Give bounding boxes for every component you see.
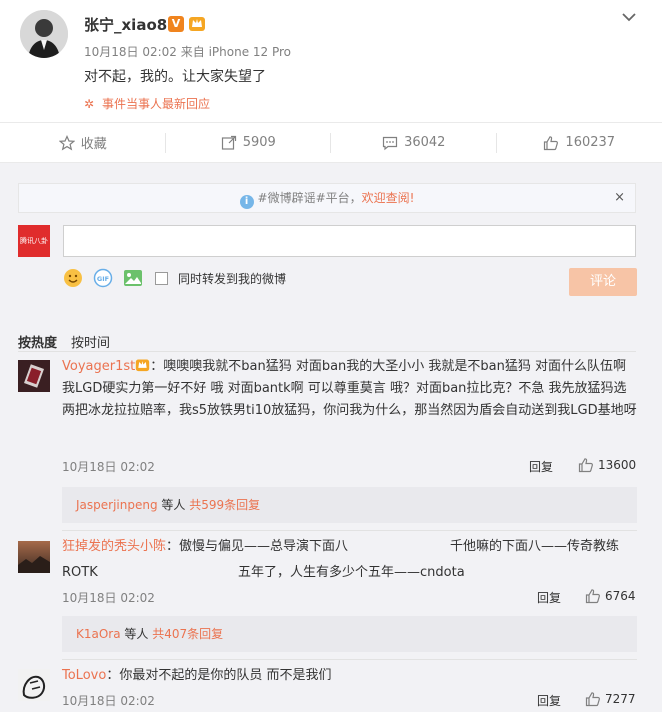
sparkle-icon: ✲ <box>84 97 95 111</box>
commenter-avatar[interactable] <box>18 360 50 392</box>
thumbs-up-icon <box>544 135 559 150</box>
my-avatar: 腾讯八卦 <box>18 225 50 257</box>
verified-badge-icon: V <box>168 16 184 32</box>
commenter-avatar[interactable] <box>18 541 50 573</box>
repost-icon <box>221 135 236 150</box>
comment-body-line2b: 五年了，人生有多少个五年——cndota <box>238 565 465 580</box>
comment-icon <box>382 136 398 150</box>
crown-icon <box>189 17 205 31</box>
close-icon[interactable]: × <box>614 184 625 212</box>
comment-like-button[interactable]: 13600 <box>578 457 636 473</box>
comment-body-line1: ：傲慢与偏见——总导演下面八 <box>166 539 349 554</box>
sub-reply-user[interactable]: Jasperjinpeng <box>76 498 158 512</box>
author-avatar[interactable] <box>20 10 68 58</box>
gif-icon[interactable]: GIF <box>93 268 113 288</box>
thumbs-up-icon <box>578 458 593 473</box>
reply-button[interactable]: 回复 <box>529 458 553 475</box>
event-link[interactable]: ✲ 事件当事人最新回应 <box>84 95 210 112</box>
comment-time: 10月18日 02:02 <box>62 591 155 605</box>
tab-sort-hot[interactable]: 按热度 <box>18 332 57 351</box>
author-name[interactable]: 张宁_xiao8 <box>84 14 167 35</box>
divider <box>62 530 637 531</box>
repost-checkbox[interactable] <box>155 271 168 285</box>
comment-body-line1b: 千他嘛的下面八——传奇教练 <box>450 539 620 554</box>
divider <box>18 351 636 352</box>
commenter-name[interactable]: ToLovo <box>62 668 106 683</box>
comment-like-count: 7277 <box>605 692 636 706</box>
comment-time: 10月18日 02:02 <box>62 460 155 474</box>
tab-sort-time[interactable]: 按时间 <box>71 332 110 351</box>
favorite-label: 收藏 <box>80 137 107 152</box>
submit-comment-button[interactable]: 评论 <box>569 268 637 296</box>
event-link-label: 事件当事人最新回应 <box>102 97 211 111</box>
comment-like-count: 6764 <box>605 589 636 603</box>
comment-like-button[interactable]: 6764 <box>585 588 636 604</box>
comment-button[interactable]: 36042 <box>331 123 497 162</box>
svg-text:GIF: GIF <box>97 275 109 283</box>
post-action-bar: 收藏 5909 36042 160237 <box>0 122 662 163</box>
comment-text: 狂掉发的秃头小陈：傲慢与偏见——总导演下面八 千他嘛的下面八——传奇教练 <box>62 536 637 558</box>
comment-text: Voyager1st ：噢噢噢我就不ban猛犸 对面ban我的大圣小小 我就是不b… <box>62 356 637 422</box>
comment-input[interactable] <box>63 225 636 257</box>
commenter-name[interactable]: Voyager1st <box>62 359 135 374</box>
reply-button[interactable]: 回复 <box>537 692 561 709</box>
sub-replies-link[interactable]: Jasperjinpeng 等人 共599条回复 <box>62 487 637 523</box>
star-icon <box>58 134 75 150</box>
sub-reply-mid: 等人 <box>157 498 190 512</box>
info-icon: i <box>239 195 254 209</box>
post-content: 对不起，我的。让大家失望了 <box>84 69 266 85</box>
emoji-icon[interactable] <box>63 268 83 288</box>
sort-tabs: 按热度 按时间 <box>18 332 110 351</box>
like-button[interactable]: 160237 <box>497 123 662 162</box>
comment-time: 10月18日 02:02 <box>62 694 155 708</box>
repost-button[interactable]: 5909 <box>166 123 332 162</box>
comment-body-line2a: ROTK <box>62 565 98 580</box>
commenter-avatar[interactable] <box>18 669 50 701</box>
sub-reply-count[interactable]: 共407条回复 <box>152 627 223 641</box>
sub-reply-mid: 等人 <box>120 627 153 641</box>
rumor-notice-bar: i #微博辟谣#平台，欢迎查阅! × <box>18 183 636 213</box>
favorite-button[interactable]: 收藏 <box>0 123 166 162</box>
sub-replies-link[interactable]: K1aOra 等人 共407条回复 <box>62 616 637 652</box>
notice-welcome[interactable]: 欢迎查阅! <box>362 191 415 205</box>
image-icon[interactable] <box>123 268 143 288</box>
post-meta: 10月18日 02:02 来自 iPhone 12 Pro <box>84 45 292 59</box>
like-count: 160237 <box>565 135 616 150</box>
thumbs-up-icon <box>585 692 600 707</box>
sub-reply-count[interactable]: 共599条回复 <box>189 498 260 512</box>
composer-toolbar: GIF 同时转发到我的微博 <box>63 267 286 289</box>
comment-count: 36042 <box>404 135 446 150</box>
thumbs-up-icon <box>585 589 600 604</box>
comment-like-count: 13600 <box>598 458 637 472</box>
chevron-down-icon[interactable] <box>620 10 638 24</box>
reply-button[interactable]: 回复 <box>537 589 561 606</box>
comment-like-button[interactable]: 7277 <box>585 691 636 707</box>
comment-body: ：你最对不起的是你的队员 而不是我们 <box>106 668 332 683</box>
comment-text: ToLovo：你最对不起的是你的队员 而不是我们 <box>62 665 637 687</box>
sub-reply-user[interactable]: K1aOra <box>76 627 121 641</box>
comment-text-line2: ROTK 五年了，人生有多少个五年——cndota <box>62 562 637 584</box>
commenter-name[interactable]: 狂掉发的秃头小陈 <box>62 539 166 554</box>
weibo-post: 张宁_xiao8 V 10月18日 02:02 来自 iPhone 12 Pro… <box>0 0 662 122</box>
crown-icon <box>136 359 150 372</box>
repost-checkbox-label: 同时转发到我的微博 <box>178 271 287 286</box>
divider <box>62 659 637 660</box>
repost-count: 5909 <box>242 135 276 150</box>
notice-text[interactable]: #微博辟谣#平台， <box>258 191 362 205</box>
